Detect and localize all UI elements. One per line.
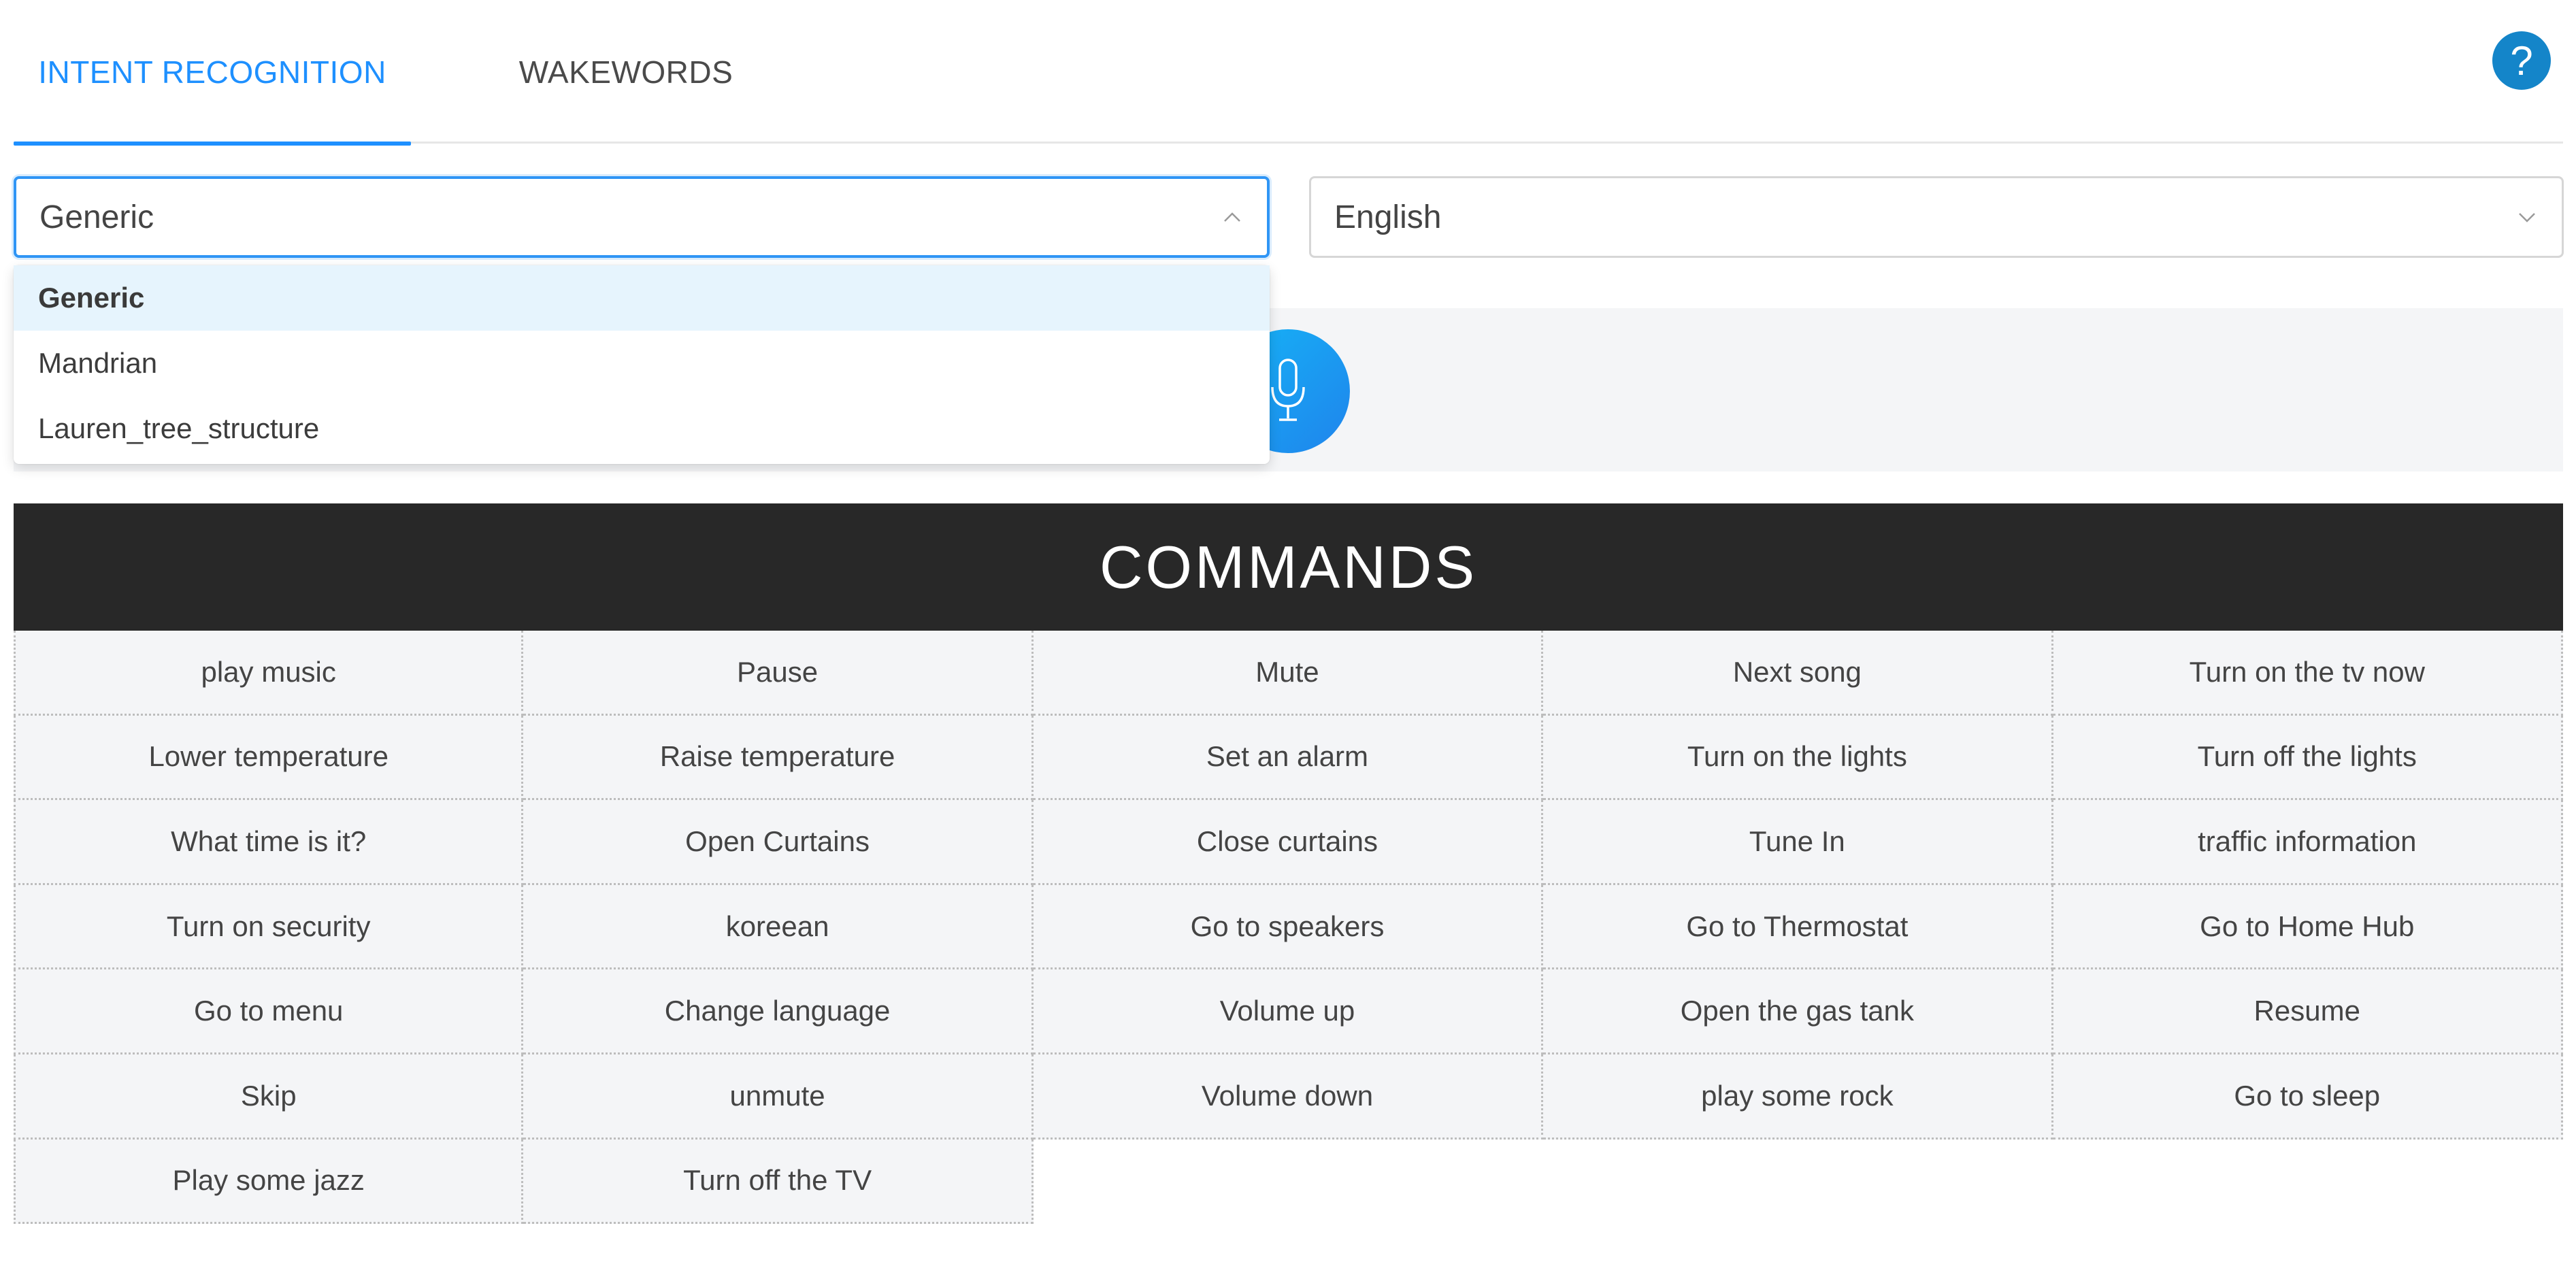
tab-bar: INTENT RECOGNITION WAKEWORDS (14, 0, 2563, 146)
command-item[interactable]: Go to menu (14, 969, 524, 1054)
command-item[interactable]: Change language (523, 969, 1034, 1054)
command-item[interactable]: Go to speakers (1033, 884, 1544, 970)
help-icon: ? (2510, 37, 2533, 84)
command-item[interactable]: Raise temperature (523, 715, 1034, 801)
command-item[interactable]: Turn on the tv now (2053, 631, 2563, 716)
command-item[interactable]: Go to sleep (2053, 1054, 2563, 1140)
command-item[interactable]: Go to Thermostat (1543, 884, 2053, 970)
command-item[interactable]: Open the gas tank (1543, 969, 2053, 1054)
chevron-up-icon (1224, 212, 1240, 222)
dropdown-option-generic[interactable]: Generic (14, 265, 1270, 331)
model-select-value: Generic (39, 199, 154, 235)
commands-header: COMMANDS (14, 503, 2563, 631)
microphone-icon (1271, 359, 1305, 421)
command-item[interactable]: Close curtains (1033, 800, 1544, 885)
command-item[interactable]: Lower temperature (14, 715, 524, 801)
command-item[interactable]: Pause (523, 631, 1034, 716)
command-item[interactable]: unmute (523, 1054, 1034, 1140)
command-item[interactable]: Volume up (1033, 969, 1544, 1054)
language-select-value: English (1334, 199, 1442, 235)
command-item[interactable]: koreean (523, 884, 1034, 970)
command-item[interactable]: play some rock (1543, 1054, 2053, 1140)
command-item[interactable]: Turn off the lights (2053, 715, 2563, 801)
help-button[interactable]: ? (2492, 31, 2551, 90)
dropdown-option-mandrian[interactable]: Mandrian (14, 331, 1270, 396)
command-item[interactable]: Tune In (1543, 800, 2053, 885)
command-item[interactable]: Volume down (1033, 1054, 1544, 1140)
command-item[interactable]: Turn off the TV (523, 1139, 1034, 1225)
dropdown-option-lauren-tree-structure[interactable]: Lauren_tree_structure (14, 396, 1270, 461)
command-item[interactable]: Turn on security (14, 884, 524, 970)
command-item[interactable]: Go to Home Hub (2053, 884, 2563, 970)
command-item[interactable]: Open Curtains (523, 800, 1034, 885)
command-item[interactable]: play music (14, 631, 524, 716)
chevron-down-icon (2519, 213, 2535, 222)
command-item[interactable]: Resume (2053, 969, 2563, 1054)
command-item[interactable]: Set an alarm (1033, 715, 1544, 801)
command-item[interactable]: Skip (14, 1054, 524, 1140)
model-dropdown-menu: Generic Mandrian Lauren_tree_structure (14, 265, 1270, 464)
command-item[interactable]: Play some jazz (14, 1139, 524, 1225)
command-item[interactable]: Turn on the lights (1543, 715, 2053, 801)
model-select[interactable]: Generic (14, 176, 1270, 258)
command-item[interactable]: Mute (1033, 631, 1544, 716)
tab-intent-recognition[interactable]: INTENT RECOGNITION (14, 0, 411, 146)
commands-grid: play music Pause Mute Next song Turn on the … (14, 631, 2563, 1225)
command-item[interactable]: What time is it? (14, 800, 524, 885)
command-item[interactable]: Next song (1543, 631, 2053, 716)
language-select[interactable]: English (1309, 176, 2564, 258)
tab-wakewords[interactable]: WAKEWORDS (490, 0, 762, 144)
command-item[interactable]: traffic information (2053, 800, 2563, 885)
